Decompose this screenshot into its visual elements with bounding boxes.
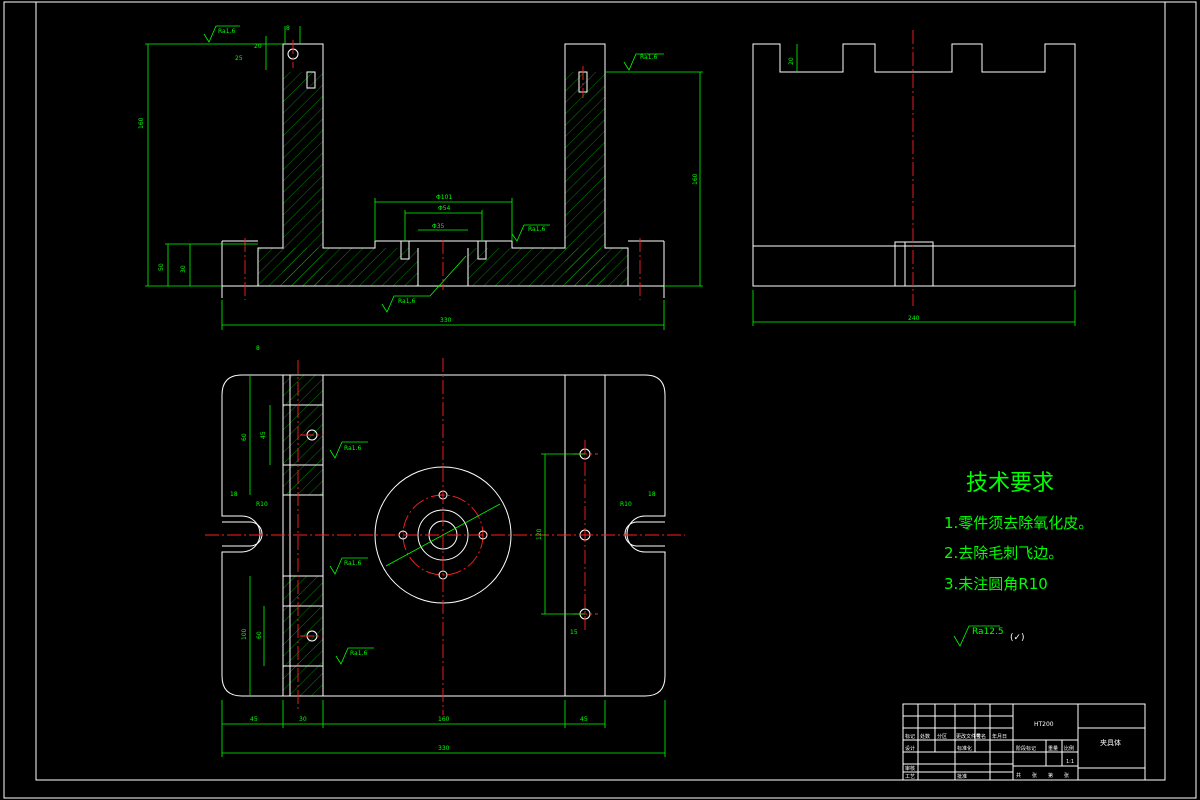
front-inner-height-dim: 160 <box>692 173 699 185</box>
requirement-item: 2.去除毛刺飞边。 <box>944 544 1063 562</box>
title-scale: 1:1 <box>1066 759 1074 765</box>
default-roughness-suffix: (✓) <box>1010 633 1025 643</box>
left-edge-dim: 18 <box>230 491 238 498</box>
default-roughness: Ra12.5 <box>972 627 1004 637</box>
front-section-view: 330 160 160 50 30 Φ101 Φ54 Φ35 8 25 20 R… <box>138 25 703 330</box>
title-cell: 批准 <box>957 773 967 780</box>
slot-depth-dim: 20 <box>788 57 795 65</box>
upper-block-dim: 60 <box>241 433 248 441</box>
title-cell: 比例 <box>1064 745 1074 752</box>
center-bore-dim: Φ35 <box>432 223 445 230</box>
roughness-mark: Ra1.6 <box>344 445 361 452</box>
front-height-dim: 160 <box>138 117 145 129</box>
title-cell: 处数 <box>920 733 930 740</box>
lower-block-inner-dim: 60 <box>256 631 263 639</box>
title-cell: 年月日 <box>992 733 1007 740</box>
roughness-mark: Ra1.6 <box>398 298 415 305</box>
small-offset-dim: 15 <box>570 629 578 636</box>
plan-middle-dim: 160 <box>438 716 450 723</box>
title-part-name: 夹具体 <box>1100 738 1121 747</box>
title-cell: 标准化 <box>957 745 972 752</box>
title-material: HT200 <box>1034 721 1054 728</box>
roughness-mark: Ra1.6 <box>350 650 367 657</box>
title-cell: 共 <box>1016 772 1021 779</box>
plan-left-dim: 45 <box>250 716 258 723</box>
title-cell: 签名 <box>976 733 986 740</box>
title-cell: 审核 <box>905 765 915 772</box>
top-small-c-dim: 20 <box>254 43 262 50</box>
front-width-dim: 330 <box>440 317 452 324</box>
title-cell: 张 <box>1032 772 1037 779</box>
right-radius-dim: R10 <box>620 501 632 508</box>
roughness-mark: Ra1.6 <box>218 28 235 35</box>
requirement-item: 1.零件须去除氧化皮。 <box>944 514 1093 532</box>
plan-overall-dim: 330 <box>438 745 450 752</box>
plan-view: 45 30 160 45 330 60 45 100 60 120 15 18 … <box>205 345 685 757</box>
title-block: 标记 处数 分区 更改文件号 签名 年月日 设计 标准化 阶段标记 重量 比例 … <box>902 703 1146 781</box>
lower-block-dim: 100 <box>241 628 248 640</box>
requirements-title: 技术要求 <box>966 471 1054 496</box>
top-small-a-dim: 8 <box>286 25 290 32</box>
plan-second-dim: 30 <box>299 716 307 723</box>
top-label-dim: 8 <box>256 345 260 352</box>
front-base-dim: 50 <box>158 263 165 271</box>
side-view: 240 20 <box>752 30 1076 326</box>
title-cell: 分区 <box>937 733 947 740</box>
title-cell: 工艺 <box>905 774 915 780</box>
roughness-mark: Ra1.6 <box>344 560 361 567</box>
title-cell: 重量 <box>1048 745 1058 752</box>
right-edge-dim: 18 <box>648 491 656 498</box>
title-cell: 第 <box>1048 772 1053 779</box>
center-inner-dim: Φ54 <box>438 205 451 212</box>
title-cell: 阶段标记 <box>1016 745 1036 752</box>
front-base-small-dim: 30 <box>180 265 187 273</box>
plan-right-dim: 45 <box>580 716 588 723</box>
title-cell: 标记 <box>905 733 915 740</box>
vertical-spacing-dim: 120 <box>536 528 543 540</box>
title-cell: 设计 <box>905 745 915 752</box>
roughness-mark: Ra1.6 <box>640 54 657 61</box>
side-width-dim: 240 <box>908 315 920 322</box>
upper-block-inner-dim: 45 <box>260 431 267 439</box>
technical-requirements: 技术要求 1.零件须去除氧化皮。 2.去除毛刺飞边。 3.未注圆角R10 Ra1… <box>944 471 1093 647</box>
title-cell: 张 <box>1064 772 1069 779</box>
roughness-mark: Ra1.6 <box>528 226 545 233</box>
requirement-item: 3.未注圆角R10 <box>944 575 1048 593</box>
top-small-b-dim: 25 <box>235 55 243 62</box>
left-radius-dim: R10 <box>256 501 268 508</box>
cad-drawing: 330 160 160 50 30 Φ101 Φ54 Φ35 8 25 20 R… <box>3 1 1197 799</box>
center-outer-dim: Φ101 <box>436 194 452 201</box>
